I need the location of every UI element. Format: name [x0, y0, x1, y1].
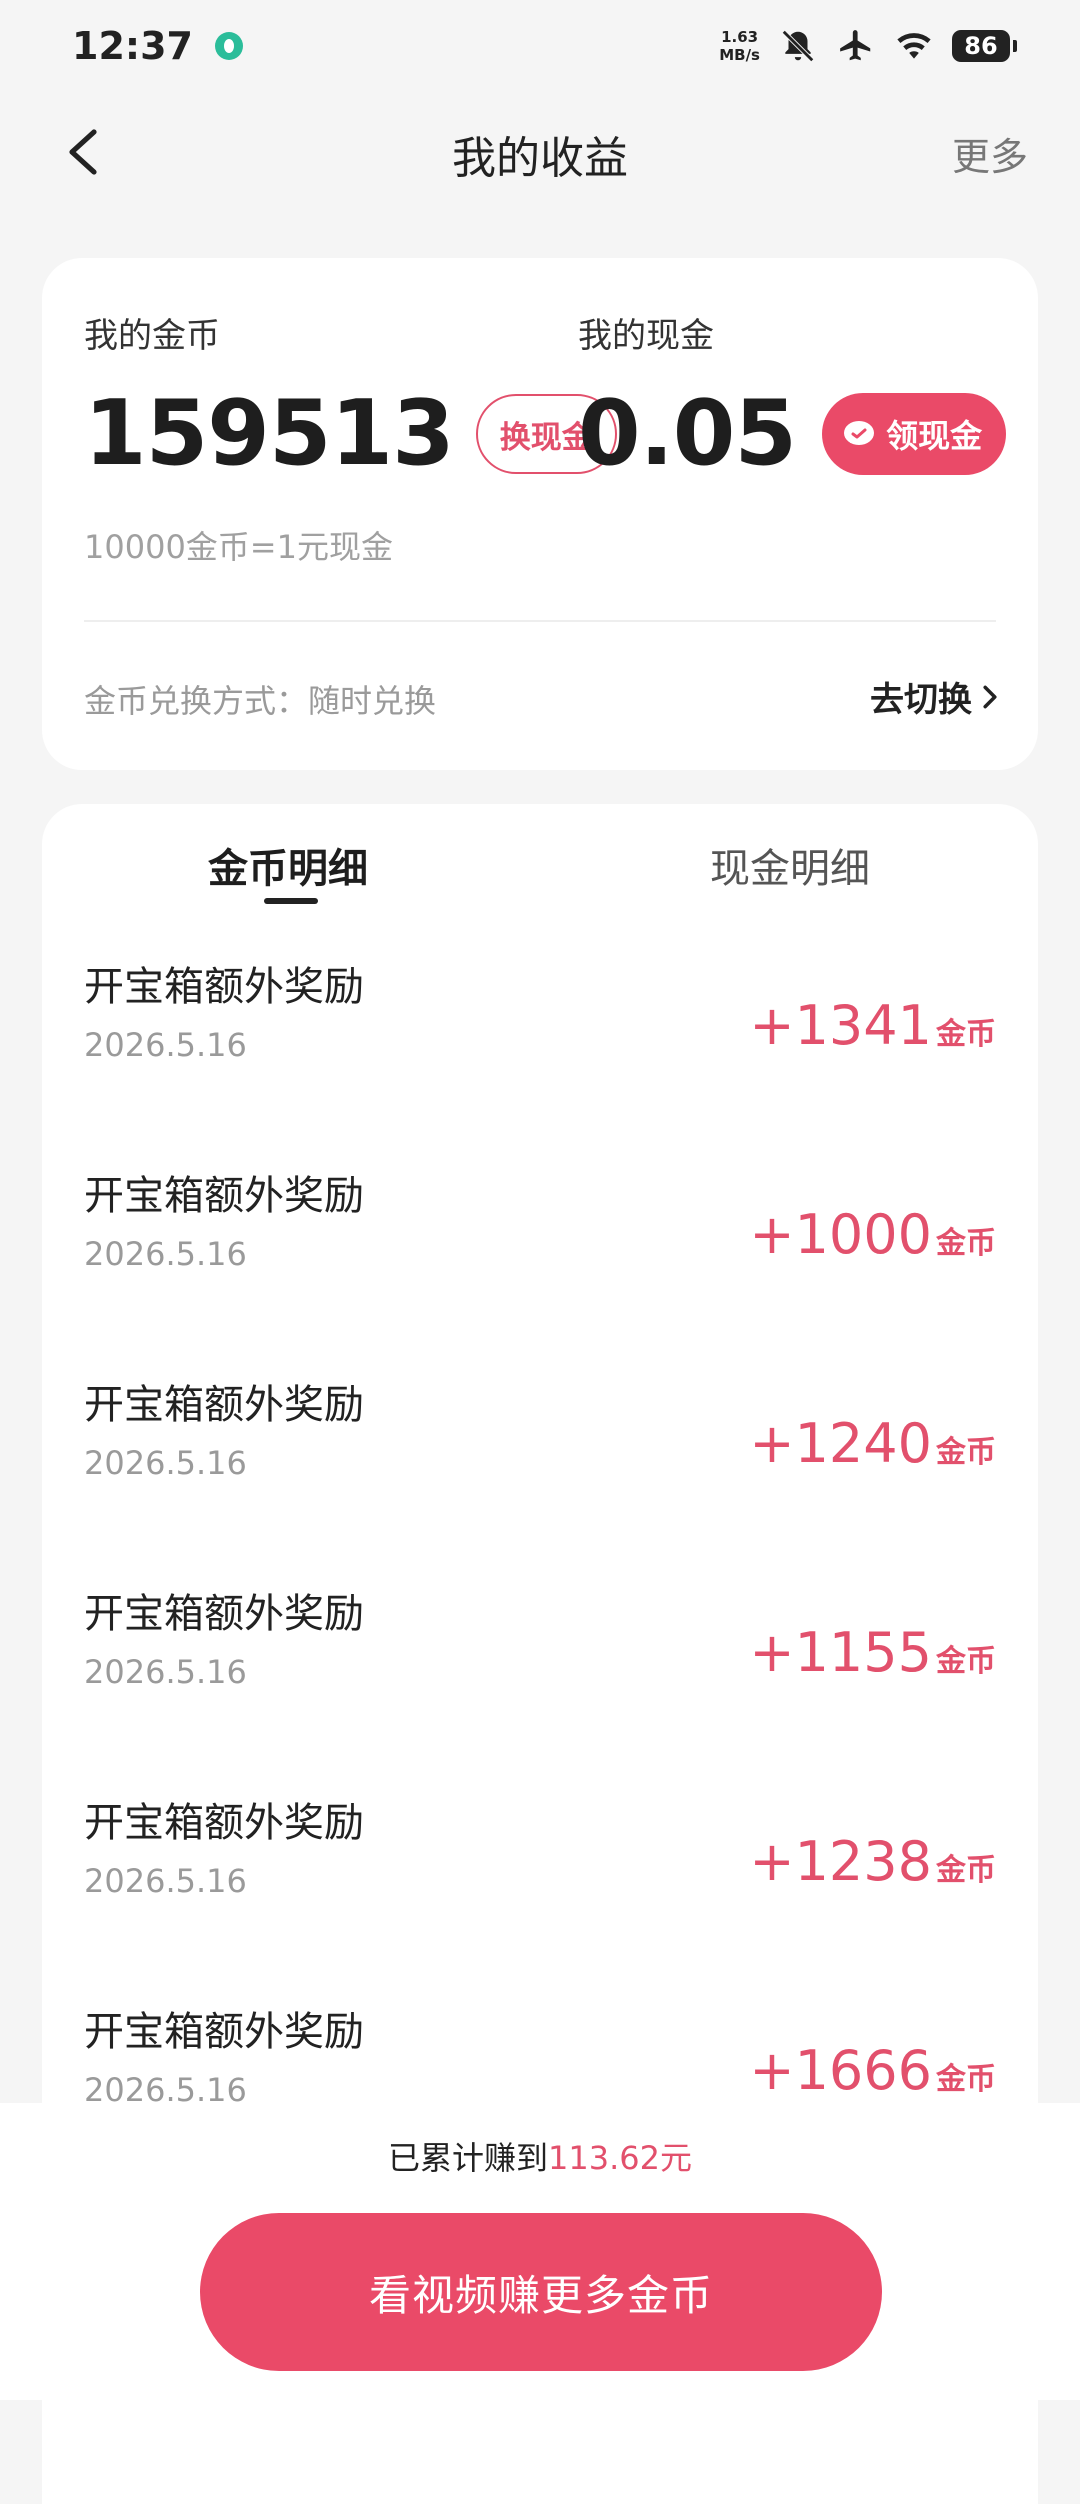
network-speed-value: 1.63	[721, 28, 759, 46]
list-item: 开宝箱额外奖励 2026.5.16 +1000 金币	[42, 1163, 1038, 1372]
watch-video-earn-button[interactable]: 看视频赚更多金币	[200, 2213, 882, 2371]
detail-tabs: 金币明细 现金明细	[42, 804, 1038, 914]
record-date: 2026.5.16	[84, 1862, 247, 1900]
record-amount: +1240 金币	[749, 1412, 996, 1475]
cash-value: 0.05	[578, 381, 797, 486]
more-button[interactable]: 更多	[952, 126, 1028, 181]
airplane-mode-icon	[836, 26, 876, 66]
record-title: 开宝箱额外奖励	[84, 1800, 364, 1846]
divider	[84, 620, 996, 622]
record-title: 开宝箱额外奖励	[84, 964, 364, 1010]
record-title: 开宝箱额外奖励	[84, 1591, 364, 1637]
record-title: 开宝箱额外奖励	[84, 1173, 364, 1219]
record-amount-value: +1000	[749, 1203, 932, 1266]
record-date: 2026.5.16	[84, 1026, 247, 1064]
list-item: 开宝箱额外奖励 2026.5.16 +1238 金币	[42, 1790, 1038, 1999]
switch-exchange-mode-link[interactable]: 去切换	[870, 672, 998, 721]
cash-row: 0.05 领现金	[578, 379, 1007, 489]
bottom-panel: 已累计赚到113.62元 看视频赚更多金币	[0, 2103, 1080, 2400]
app-notification-icon	[214, 32, 243, 60]
record-amount-unit: 金币	[936, 1017, 996, 1052]
record-amount-value: +1341	[749, 994, 932, 1057]
record-amount-unit: 金币	[936, 1435, 996, 1470]
withdraw-cash-label: 领现金	[886, 417, 983, 455]
withdraw-cash-button[interactable]: 领现金	[822, 393, 1007, 475]
active-tab-indicator	[264, 898, 318, 904]
status-right: 1.63 MB/s 86	[719, 26, 1017, 66]
wechat-icon	[842, 419, 876, 449]
battery-indicator: 86	[952, 30, 1017, 62]
record-title: 开宝箱额外奖励	[84, 2009, 364, 2055]
coins-value: 159513	[84, 381, 455, 486]
chevron-right-icon	[983, 685, 997, 708]
record-amount: +1155 金币	[749, 1621, 996, 1684]
total-earned-text: 已累计赚到113.62元	[0, 2133, 1080, 2179]
record-amount-value: +1155	[749, 1621, 932, 1684]
exchange-mode-text: 金币兑换方式：随时兑换	[84, 682, 437, 720]
cash-label: 我的现金	[578, 316, 714, 356]
cash-section: 我的现金 0.05 领现金	[578, 308, 1007, 489]
record-amount: +1000 金币	[749, 1203, 996, 1266]
total-earned-amount: 113.62元	[548, 2139, 692, 2177]
back-button[interactable]	[52, 120, 116, 184]
wifi-icon	[894, 26, 934, 66]
list-item: 开宝箱额外奖励 2026.5.16 +1341 金币	[42, 954, 1038, 1163]
status-left: 12:37	[72, 24, 243, 68]
record-amount-unit: 金币	[936, 1853, 996, 1888]
mute-icon	[778, 26, 818, 66]
tab-coin-details[interactable]: 金币明细	[208, 836, 368, 894]
record-amount-unit: 金币	[936, 1226, 996, 1261]
record-amount-value: +1238	[749, 1830, 932, 1893]
record-title: 开宝箱额外奖励	[84, 1382, 364, 1428]
switch-link-label: 去切换	[870, 680, 972, 720]
record-amount: +1341 金币	[749, 994, 996, 1057]
record-date: 2026.5.16	[84, 1444, 247, 1482]
record-amount: +1238 金币	[749, 1830, 996, 1893]
network-speed-unit: MB/s	[719, 46, 760, 64]
record-amount-unit: 金币	[936, 1644, 996, 1679]
coin-record-list: 开宝箱额外奖励 2026.5.16 +1341 金币 开宝箱额外奖励 2026.…	[42, 954, 1038, 2208]
record-amount-unit: 金币	[936, 2062, 996, 2097]
nav-bar: 我的收益 更多	[0, 92, 1080, 216]
record-amount-value: +1240	[749, 1412, 932, 1475]
record-date: 2026.5.16	[84, 1653, 247, 1691]
list-item: 开宝箱额外奖励 2026.5.16 +1240 金币	[42, 1372, 1038, 1581]
status-bar: 12:37 1.63 MB/s 86	[0, 0, 1080, 92]
page-title: 我的收益	[452, 133, 628, 184]
coins-row: 159513 换现金	[84, 379, 617, 489]
coins-section: 我的金币 159513 换现金	[84, 308, 617, 489]
list-item: 开宝箱额外奖励 2026.5.16 +1155 金币	[42, 1581, 1038, 1790]
back-arrow-icon	[69, 129, 97, 175]
exchange-rate-text: 10000金币=1元现金	[84, 528, 393, 566]
coins-label: 我的金币	[84, 316, 220, 356]
record-date: 2026.5.16	[84, 1235, 247, 1273]
status-time: 12:37	[72, 24, 193, 68]
tab-cash-details[interactable]: 现金明细	[710, 836, 870, 894]
record-amount: +1666 金币	[749, 2039, 996, 2102]
balance-card: 我的金币 159513 换现金 我的现金 0.05 领现金 10000金币=1元…	[42, 258, 1038, 770]
record-amount-value: +1666	[749, 2039, 932, 2102]
network-speed: 1.63 MB/s	[719, 28, 760, 64]
total-earned-prefix: 已累计赚到	[388, 2139, 549, 2177]
